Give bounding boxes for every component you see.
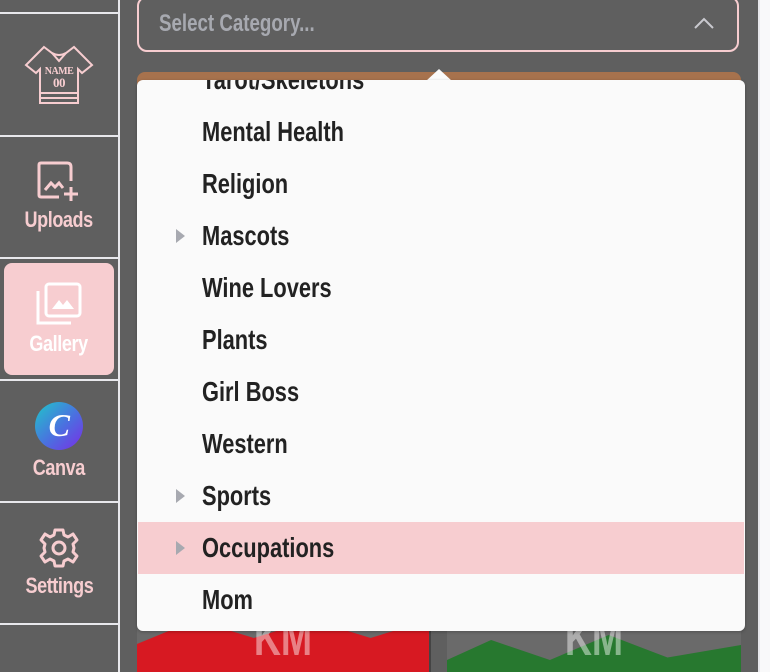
dropdown-option-highlighted[interactable]: Occupations [138,522,744,574]
dropdown-option[interactable]: Religion [138,158,744,210]
dropdown-option[interactable]: Western [138,418,744,470]
canva-logo-icon: C [35,402,83,450]
sidebar-item-uploads[interactable]: Uploads [0,138,118,256]
sidebar-item-gallery[interactable]: Gallery [4,263,114,375]
category-select-placeholder: Select Category... [159,10,315,37]
dropdown-option[interactable]: Mental Health [138,106,744,158]
dropdown-option[interactable]: Wine Lovers [138,262,744,314]
sidebar-divider [0,135,118,137]
right-panel [758,0,770,672]
dropdown-option[interactable]: Mom [138,574,744,626]
dropdown-option[interactable]: Sports [138,470,744,522]
sidebar-divider [0,379,118,381]
sidebar-item-label: Uploads [24,207,94,232]
sidebar-item-jersey[interactable]: NAME 00 [0,16,118,134]
sidebar-divider [0,257,118,259]
sidebar-item-canva[interactable]: C Canva [0,382,118,500]
jersey-icon: NAME 00 [24,45,94,104]
submenu-arrow-icon[interactable] [176,489,185,503]
sidebar-divider [0,12,118,14]
category-select[interactable]: Select Category... [137,0,739,52]
dropdown-option[interactable]: Plants [138,314,744,366]
sidebar-item-label: Settings [25,573,93,598]
sidebar-divider [0,501,118,503]
dropdown-option[interactable]: Mascots [138,210,744,262]
submenu-arrow-icon[interactable] [176,229,185,243]
sidebar-item-settings[interactable]: Settings [0,504,118,622]
category-dropdown: Tarot/Skeletons Mental Health Religion M… [137,80,745,631]
sidebar: NAME 00 Uploads Gallery C Canva Settings [0,0,120,672]
submenu-arrow-icon[interactable] [176,541,185,555]
svg-text:C: C [49,407,71,443]
svg-text:00: 00 [53,75,65,90]
sidebar-item-label: Canva [32,455,86,480]
upload-image-icon [37,161,78,201]
chevron-up-icon[interactable] [693,16,715,30]
sidebar-item-label: Gallery [29,331,89,356]
gear-icon [39,528,79,568]
dropdown-option[interactable]: Girl Boss [138,366,744,418]
dropdown-option[interactable]: Tarot/Skeletons [138,80,744,106]
gallery-icon [36,282,82,325]
sidebar-divider [0,623,118,625]
